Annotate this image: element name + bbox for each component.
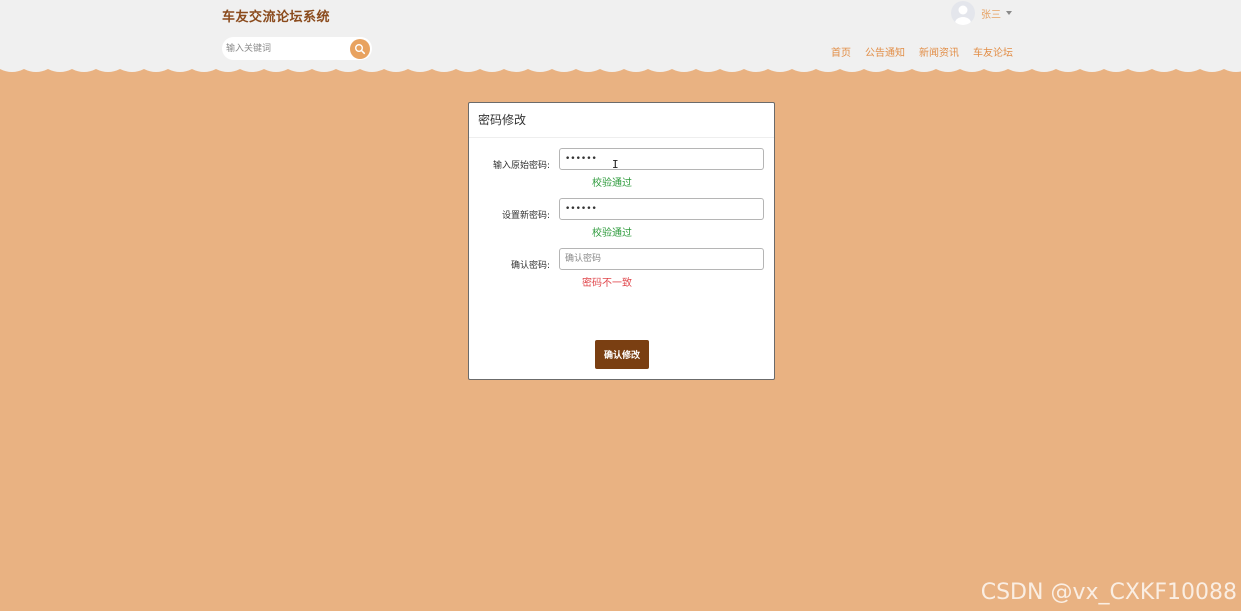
nav-item-home[interactable]: 首页	[831, 44, 851, 59]
top-header: 车友交流论坛系统 张三 首页 公告通知 新闻资讯 车友论坛	[0, 0, 1241, 68]
user-avatar-icon	[955, 5, 971, 25]
confirm-password-label: 确认密码:	[510, 261, 550, 271]
new-password-input[interactable]	[559, 198, 764, 220]
old-password-message: 校验通过	[592, 178, 632, 189]
watermark: CSDN @vx_CXKF10088	[980, 580, 1237, 605]
new-password-message: 校验通过	[592, 228, 632, 239]
avatar	[951, 1, 975, 25]
main-nav: 首页 公告通知 新闻资讯 车友论坛	[817, 44, 1013, 59]
confirm-change-button[interactable]: 确认修改	[595, 340, 649, 369]
text-cursor-icon: I	[612, 158, 619, 171]
password-change-card: 密码修改 输入原始密码: 校验通过 设置新密码: 校验通过 确认密码: 密码不一…	[468, 102, 775, 380]
search-input[interactable]	[226, 40, 344, 57]
nav-item-news[interactable]: 新闻资讯	[919, 44, 959, 59]
chevron-down-icon	[1006, 11, 1012, 15]
search-box	[222, 37, 372, 60]
user-menu[interactable]: 张三	[951, 0, 1012, 26]
confirm-password-input[interactable]	[559, 248, 764, 270]
nav-item-notices[interactable]: 公告通知	[865, 44, 905, 59]
search-icon	[355, 44, 366, 55]
header-wave-divider	[0, 66, 1241, 72]
user-name: 张三	[981, 9, 1001, 21]
site-title: 车友交流论坛系统	[222, 10, 331, 25]
new-password-label: 设置新密码:	[501, 211, 550, 221]
card-title: 密码修改	[469, 103, 774, 138]
confirm-password-message: 密码不一致	[582, 278, 632, 289]
nav-item-forum[interactable]: 车友论坛	[973, 44, 1013, 59]
old-password-input[interactable]	[559, 148, 764, 170]
old-password-label: 输入原始密码:	[492, 161, 550, 171]
search-button[interactable]	[350, 39, 370, 59]
